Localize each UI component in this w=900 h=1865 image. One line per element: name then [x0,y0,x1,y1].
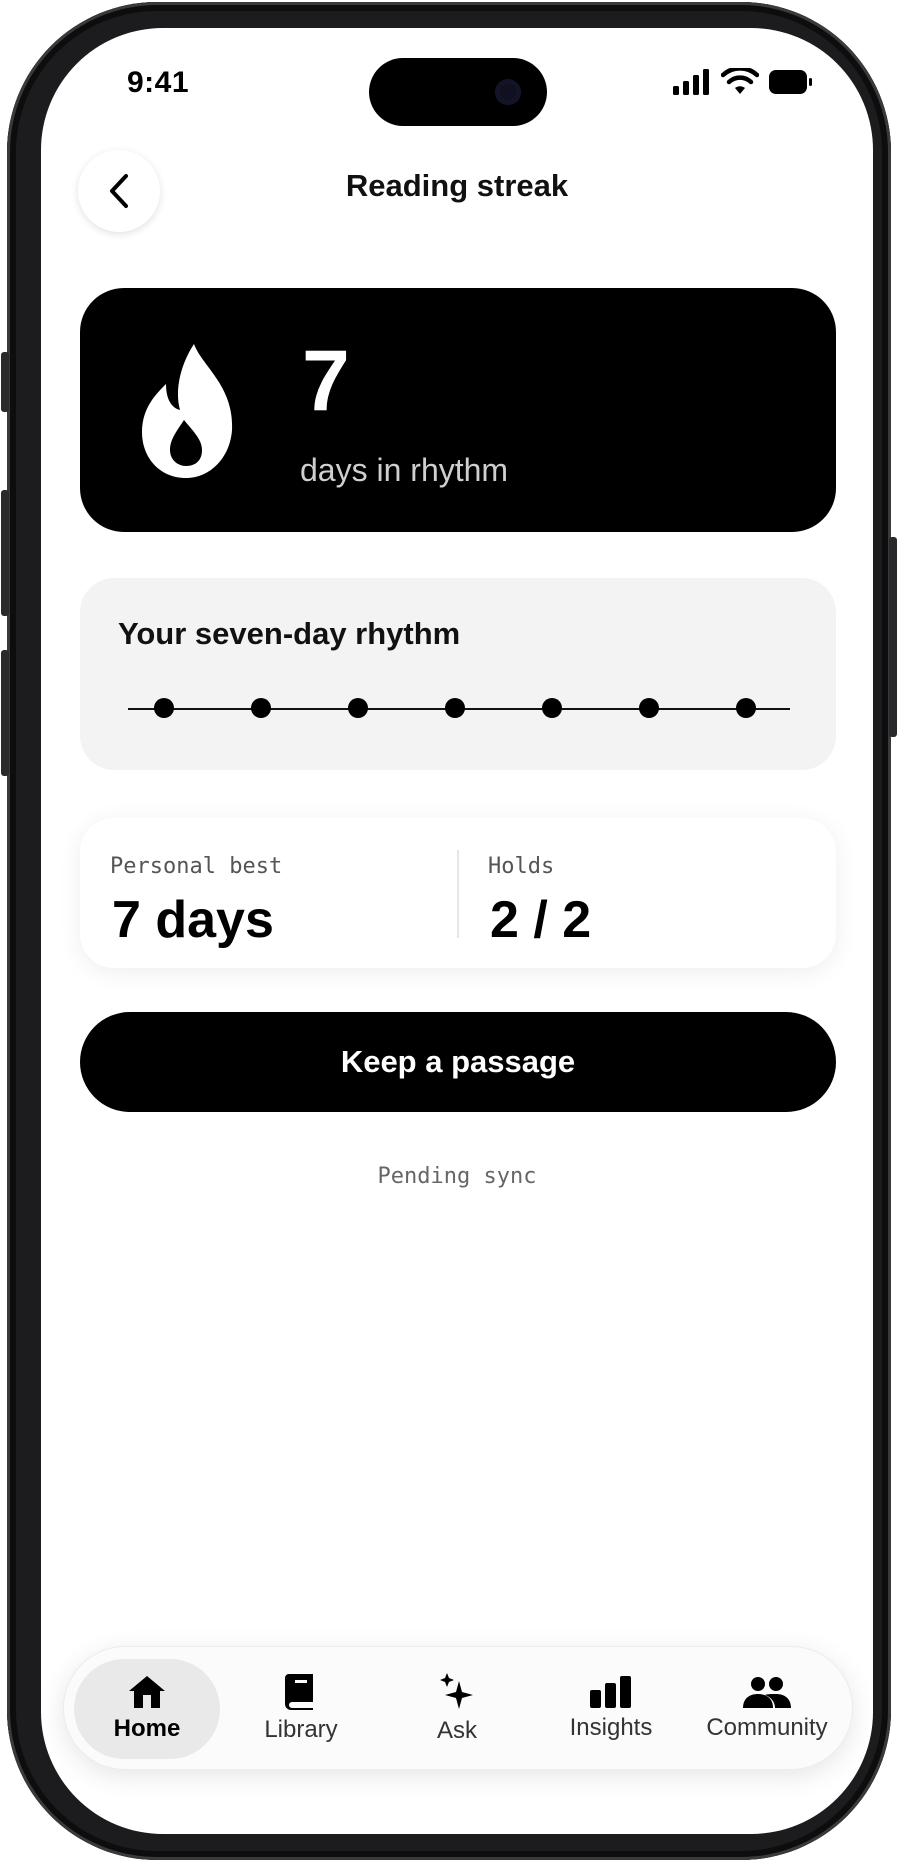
personal-best-value: 7 days [112,891,274,949]
tab-bar: Home Library Ask Insights Community [63,1646,853,1770]
keep-passage-button[interactable]: Keep a passage [80,1012,836,1112]
rhythm-day-dot [445,698,465,718]
rhythm-day-dot [251,698,271,718]
home-icon [129,1676,165,1708]
battery-icon [769,70,812,94]
screen: 9:41 Reading streak 7 days in rhythm You… [41,28,873,1834]
sync-status: Pending sync [377,1164,537,1189]
status-time: 9:41 [127,66,190,99]
tab-community[interactable]: Community [694,1659,840,1759]
streak-count: 7 [302,333,350,429]
rhythm-day-dot [542,698,562,718]
power-button [889,537,897,737]
rhythm-day-dot [348,698,368,718]
mute-switch [1,352,9,412]
signal-icon [673,69,709,95]
tab-label: Home [113,1715,181,1742]
tab-insights[interactable]: Insights [538,1659,684,1759]
book-icon [285,1674,313,1710]
wifi-icon [721,68,759,94]
rhythm-day-dot [639,698,659,718]
tab-label: Library [264,1716,338,1743]
flame-icon [142,344,233,478]
holds-label: Holds [488,854,555,879]
tab-library[interactable]: Library [228,1659,374,1759]
rhythm-title: Your seven-day rhythm [118,616,461,651]
bar-chart-icon [590,1676,631,1708]
volume-down-button [1,650,9,776]
tab-label: Ask [436,1717,477,1744]
tab-ask[interactable]: Ask [384,1659,530,1759]
holds-value: 2 / 2 [490,891,592,949]
rhythm-day-dot [154,698,174,718]
people-icon [743,1677,791,1708]
tab-label: Insights [569,1714,653,1741]
status-icons [673,68,813,96]
stats-card: Personal best 7 days Holds 2 / 2 [80,818,836,968]
camera [495,79,521,105]
streak-caption: days in rhythm [300,452,509,488]
tab-home[interactable]: Home [74,1659,220,1759]
personal-best-label: Personal best [110,854,283,879]
stats-divider [457,850,459,938]
volume-up-button [1,490,9,616]
tab-label: Community [706,1714,828,1741]
rhythm-card: Your seven-day rhythm [80,578,836,770]
streak-card: 7 days in rhythm [80,288,836,532]
phone-frame: 9:41 Reading streak 7 days in rhythm You… [1,2,897,1860]
rhythm-day-dot [736,698,756,718]
dynamic-island [369,58,547,126]
sparkle-icon [440,1673,473,1709]
page-title: Reading streak [345,168,569,203]
